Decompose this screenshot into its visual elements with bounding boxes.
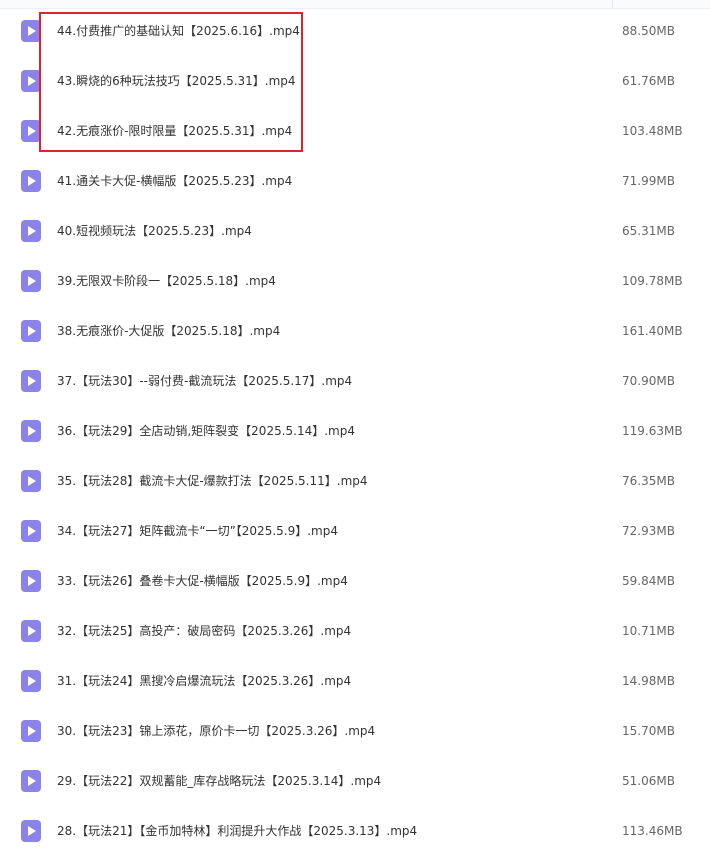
- file-row[interactable]: 32.【玩法25】高投产：破局密码【2025.3.26】.mp4 10.71MB: [0, 608, 710, 658]
- file-size: 65.31MB: [622, 224, 675, 238]
- file-size: 71.99MB: [622, 174, 675, 188]
- file-size: 161.40MB: [622, 324, 683, 338]
- video-file-icon: [21, 770, 41, 792]
- file-name[interactable]: 40.短视频玩法【2025.5.23】.mp4: [57, 222, 252, 240]
- file-size: 61.76MB: [622, 74, 675, 88]
- file-name[interactable]: 31.【玩法24】黑搜冷启爆流玩法【2025.3.26】.mp4: [57, 672, 351, 690]
- video-file-icon: [21, 670, 41, 692]
- video-file-icon: [21, 420, 41, 442]
- video-file-icon: [21, 570, 41, 592]
- file-row[interactable]: 37.【玩法30】--弱付费-截流玩法【2025.5.17】.mp4 70.90…: [0, 358, 710, 408]
- file-size: 119.63MB: [622, 424, 683, 438]
- file-name[interactable]: 39.无限双卡阶段一【2025.5.18】.mp4: [57, 272, 276, 290]
- video-file-icon: [21, 320, 41, 342]
- file-name[interactable]: 29.【玩法22】双规蓄能_库存战略玩法【2025.3.14】.mp4: [57, 772, 381, 790]
- file-row[interactable]: 33.【玩法26】叠卷卡大促-横幅版【2025.5.9】.mp4 59.84MB: [0, 558, 710, 608]
- file-name[interactable]: 41.通关卡大促-横幅版【2025.5.23】.mp4: [57, 172, 292, 190]
- file-row[interactable]: 34.【玩法27】矩阵截流卡“一切”【2025.5.9】.mp4 72.93MB: [0, 508, 710, 558]
- video-file-icon: [21, 20, 41, 42]
- file-size: 51.06MB: [622, 774, 675, 788]
- highlight-box: [39, 12, 303, 152]
- file-size: 103.48MB: [622, 124, 683, 138]
- file-size: 10.71MB: [622, 624, 675, 638]
- file-row[interactable]: 30.【玩法23】锦上添花，原价卡一切【2025.3.26】.mp4 15.70…: [0, 708, 710, 758]
- file-size: 72.93MB: [622, 524, 675, 538]
- video-file-icon: [21, 220, 41, 242]
- file-size: 59.84MB: [622, 574, 675, 588]
- file-name[interactable]: 34.【玩法27】矩阵截流卡“一切”【2025.5.9】.mp4: [57, 522, 338, 540]
- file-name[interactable]: 33.【玩法26】叠卷卡大促-横幅版【2025.5.9】.mp4: [57, 572, 348, 590]
- file-name[interactable]: 35.【玩法28】截流卡大促-爆款打法【2025.5.11】.mp4: [57, 472, 368, 490]
- file-name[interactable]: 28.【玩法21】【金币加特林】利润提升大作战【2025.3.13】.mp4: [57, 822, 417, 840]
- file-row[interactable]: 40.短视频玩法【2025.5.23】.mp4 65.31MB: [0, 208, 710, 258]
- file-row[interactable]: 29.【玩法22】双规蓄能_库存战略玩法【2025.3.14】.mp4 51.0…: [0, 758, 710, 808]
- file-row[interactable]: 28.【玩法21】【金币加特林】利润提升大作战【2025.3.13】.mp4 1…: [0, 808, 710, 858]
- file-row[interactable]: 38.无痕涨价-大促版【2025.5.18】.mp4 161.40MB: [0, 308, 710, 358]
- file-size: 113.46MB: [622, 824, 683, 838]
- file-row[interactable]: 41.通关卡大促-横幅版【2025.5.23】.mp4 71.99MB: [0, 158, 710, 208]
- column-divider: [612, 0, 613, 8]
- video-file-icon: [21, 720, 41, 742]
- file-size: 88.50MB: [622, 24, 675, 38]
- file-name[interactable]: 30.【玩法23】锦上添花，原价卡一切【2025.3.26】.mp4: [57, 722, 375, 740]
- file-size: 14.98MB: [622, 674, 675, 688]
- file-name[interactable]: 32.【玩法25】高投产：破局密码【2025.3.26】.mp4: [57, 622, 351, 640]
- video-file-icon: [21, 120, 41, 142]
- file-row[interactable]: 31.【玩法24】黑搜冷启爆流玩法【2025.3.26】.mp4 14.98MB: [0, 658, 710, 708]
- file-row[interactable]: 36.【玩法29】全店动销,矩阵裂变【2025.5.14】.mp4 119.63…: [0, 408, 710, 458]
- file-row[interactable]: 39.无限双卡阶段一【2025.5.18】.mp4 109.78MB: [0, 258, 710, 308]
- file-name[interactable]: 37.【玩法30】--弱付费-截流玩法【2025.5.17】.mp4: [57, 372, 352, 390]
- video-file-icon: [21, 70, 41, 92]
- video-file-icon: [21, 170, 41, 192]
- video-file-icon: [21, 270, 41, 292]
- video-file-icon: [21, 370, 41, 392]
- file-name[interactable]: 36.【玩法29】全店动销,矩阵裂变【2025.5.14】.mp4: [57, 422, 355, 440]
- file-size: 70.90MB: [622, 374, 675, 388]
- video-file-icon: [21, 470, 41, 492]
- file-row[interactable]: 35.【玩法28】截流卡大促-爆款打法【2025.5.11】.mp4 76.35…: [0, 458, 710, 508]
- video-file-icon: [21, 820, 41, 842]
- file-size: 15.70MB: [622, 724, 675, 738]
- file-name[interactable]: 38.无痕涨价-大促版【2025.5.18】.mp4: [57, 322, 280, 340]
- file-size: 109.78MB: [622, 274, 683, 288]
- video-file-icon: [21, 520, 41, 542]
- file-size: 76.35MB: [622, 474, 675, 488]
- video-file-icon: [21, 620, 41, 642]
